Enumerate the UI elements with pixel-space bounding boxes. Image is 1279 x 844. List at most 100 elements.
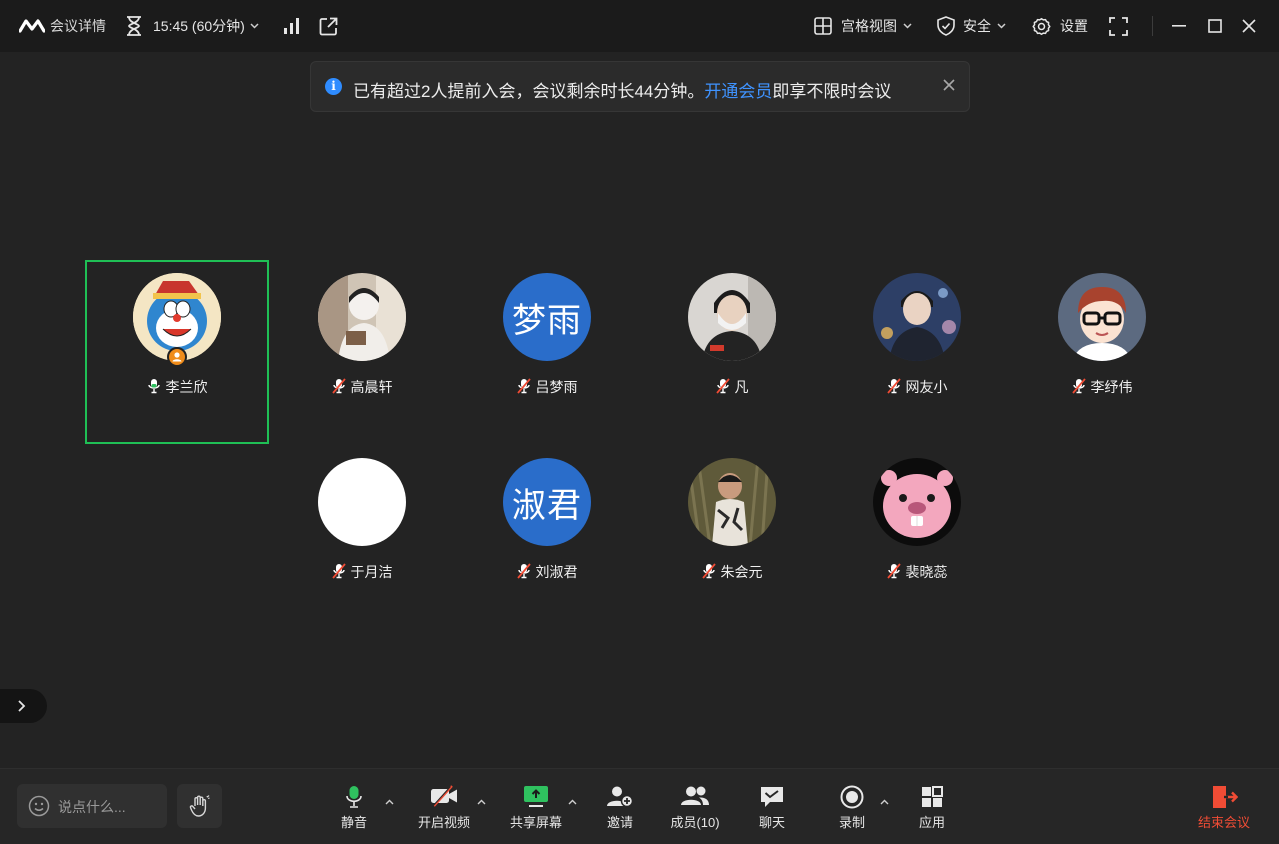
- photo-avatar-icon: [688, 273, 776, 361]
- close-window-icon[interactable]: [1242, 0, 1256, 52]
- quick-chat-input[interactable]: 说点什么...: [17, 784, 167, 828]
- security-button[interactable]: 安全: [937, 0, 1006, 52]
- photo-avatar-icon: [318, 273, 406, 361]
- participant-name: 裴晓蕊: [905, 564, 948, 580]
- mic-muted-icon: [1071, 377, 1091, 397]
- mic-muted-icon: [886, 562, 906, 582]
- chevron-down-icon: [903, 23, 912, 29]
- mute-options-chevron-up-icon[interactable]: [385, 799, 394, 805]
- apps-button[interactable]: 应用: [908, 769, 956, 844]
- maximize-icon[interactable]: [1208, 0, 1222, 52]
- video-off-icon: [431, 785, 457, 807]
- record-button[interactable]: 录制: [828, 769, 876, 844]
- grid-icon: [814, 17, 832, 35]
- hourglass-icon: [125, 16, 143, 36]
- participant-name-row: 朱会元: [642, 562, 822, 582]
- mic-active-icon: [147, 378, 166, 397]
- share-link-icon[interactable]: [319, 0, 338, 52]
- photo-avatar-icon: [688, 458, 776, 546]
- participant-name-row: 裴晓蕊: [827, 562, 1007, 582]
- record-label: 录制: [838, 815, 865, 830]
- invite-button[interactable]: 邀请: [596, 769, 644, 844]
- participant-name: 高晨轩: [350, 379, 393, 395]
- participant-name-row: 网友小: [827, 377, 1007, 397]
- raise-hand-button[interactable]: [177, 784, 222, 828]
- participant-name: 刘淑君: [535, 564, 578, 580]
- title-divider: [1152, 16, 1153, 36]
- tencent-meeting-logo-icon: [19, 18, 45, 34]
- chat-label: 聊天: [758, 815, 785, 830]
- exit-icon: [1213, 786, 1238, 808]
- start-video-label: 开启视频: [417, 815, 470, 830]
- pink-beaver-avatar-icon: [873, 458, 961, 546]
- participant-name-row: 刘淑君: [457, 562, 637, 582]
- upgrade-vip-link[interactable]: 开通会员: [704, 82, 772, 101]
- share-screen-label: 共享屏幕: [509, 815, 562, 830]
- meeting-details-button[interactable]: 会议详情: [19, 0, 106, 52]
- timer-label: 15:45 (60分钟): [153, 18, 245, 34]
- expand-sidebar-button[interactable]: [0, 689, 47, 723]
- participant-avatar: 梦雨: [503, 273, 591, 361]
- shield-icon: [937, 16, 955, 36]
- start-video-button[interactable]: 开启视频: [412, 769, 476, 844]
- raise-hand-icon: [189, 795, 210, 817]
- participant-name-row: 李纾伟: [1012, 377, 1192, 397]
- chat-placeholder: 说点什么...: [58, 799, 126, 815]
- bottom-toolbar: 说点什么... 静音 开启视频 共享屏幕 邀请 成员(10) 聊天 录制 应用 …: [0, 768, 1279, 844]
- record-options-chevron-up-icon[interactable]: [880, 799, 889, 805]
- mic-muted-icon: [886, 377, 906, 397]
- participant-avatar: [873, 458, 961, 546]
- video-options-chevron-up-icon[interactable]: [477, 799, 486, 805]
- chevron-down-icon: [250, 23, 259, 29]
- close-notice-icon[interactable]: [939, 75, 959, 95]
- participant-avatar: [1058, 273, 1146, 361]
- notice-message: 已有超过2人提前入会，会议剩余时长44分钟。: [353, 82, 705, 101]
- mute-button[interactable]: 静音: [330, 769, 378, 844]
- participant-name-row: 吕梦雨: [457, 377, 637, 397]
- minimize-icon[interactable]: [1172, 0, 1186, 52]
- members-button[interactable]: 成员(10): [664, 769, 726, 844]
- participant-name-row: 凡: [642, 377, 822, 397]
- participant-name: 网友小: [905, 379, 948, 395]
- chevron-down-icon: [997, 23, 1006, 29]
- participant-avatar: [688, 273, 776, 361]
- members-label: 成员(10): [670, 815, 720, 830]
- cartoon-boy-avatar-icon: [1058, 273, 1146, 361]
- end-meeting-button[interactable]: 结束会议: [1192, 769, 1256, 844]
- grid-view-label: 宫格视图: [841, 18, 897, 34]
- chat-icon: [761, 787, 783, 807]
- security-label: 安全: [963, 18, 991, 34]
- add-user-icon: [607, 786, 634, 807]
- participant-name: 朱会元: [720, 564, 763, 580]
- microphone-icon: [346, 786, 362, 808]
- info-icon: i: [325, 78, 342, 95]
- share-screen-button[interactable]: 共享屏幕: [505, 769, 567, 844]
- meeting-timer[interactable]: 15:45 (60分钟): [125, 0, 259, 52]
- invite-label: 邀请: [606, 815, 633, 830]
- participant-name: 凡: [734, 379, 749, 395]
- mic-muted-icon: [516, 377, 536, 397]
- participant-name-row: 李兰欣: [87, 377, 267, 397]
- members-icon: [681, 786, 709, 805]
- mic-muted-icon: [331, 562, 351, 582]
- mute-label: 静音: [340, 815, 367, 830]
- record-icon: [840, 785, 864, 809]
- apps-grid-icon: [922, 786, 943, 807]
- fullscreen-icon[interactable]: [1109, 0, 1128, 52]
- grid-view-button[interactable]: 宫格视图: [814, 0, 912, 52]
- chat-button[interactable]: 聊天: [748, 769, 796, 844]
- notice-text: 已有超过2人提前入会，会议剩余时长44分钟。开通会员即享不限时会议: [353, 77, 891, 102]
- settings-label: 设置: [1060, 18, 1088, 34]
- settings-button[interactable]: 设置: [1032, 0, 1088, 52]
- participant-name-row: 于月洁: [272, 562, 452, 582]
- signal-strength-icon[interactable]: [283, 0, 300, 52]
- participant-avatar: [873, 273, 961, 361]
- participant-name: 吕梦雨: [535, 379, 578, 395]
- gear-icon: [1032, 17, 1051, 36]
- mic-muted-icon: [701, 562, 721, 582]
- apps-label: 应用: [918, 815, 945, 830]
- emoji-icon: [28, 795, 50, 817]
- share-options-chevron-up-icon[interactable]: [568, 799, 577, 805]
- participant-name: 李兰欣: [165, 379, 208, 395]
- participant-name: 李纾伟: [1090, 379, 1133, 395]
